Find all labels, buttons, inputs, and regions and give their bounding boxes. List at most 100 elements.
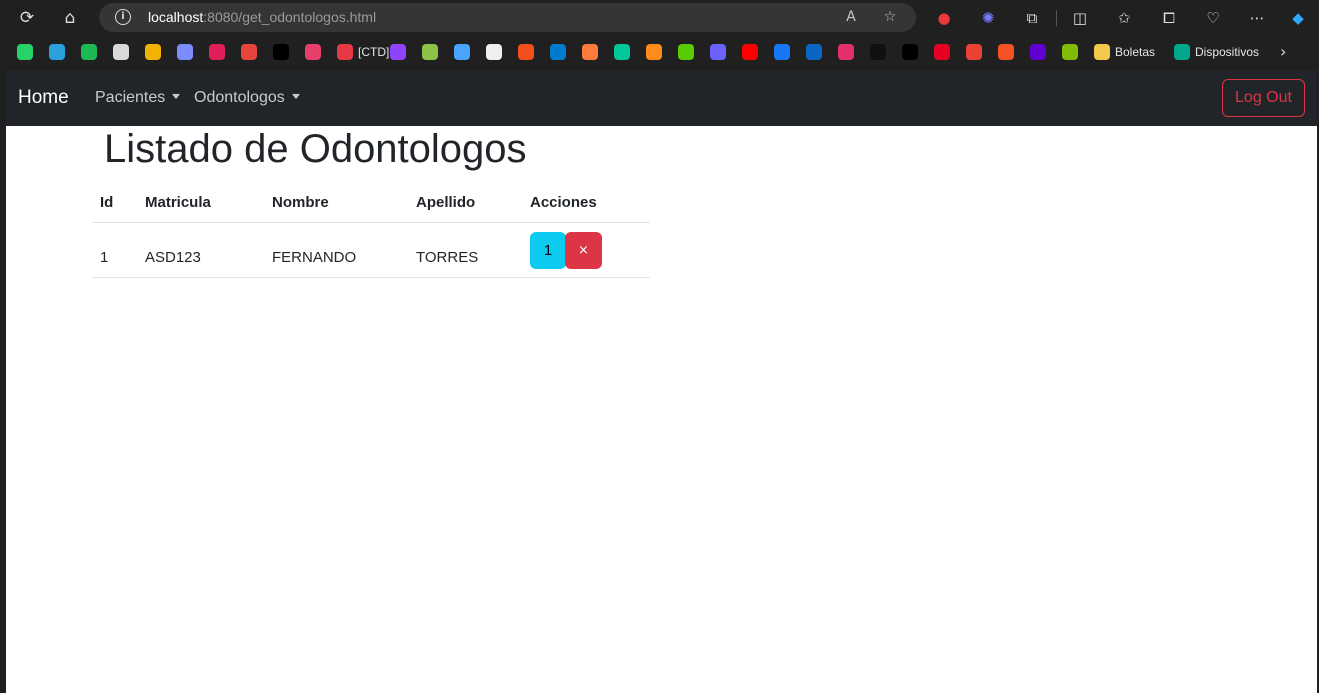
toolbar-divider [1056,10,1057,26]
bookmark-instagram[interactable] [838,43,854,61]
url-text[interactable]: localhost:8080/get_odontologos.html [148,9,376,25]
bookmark-heart-icon [305,44,321,60]
navbar: Home Pacientes Odontologos Log Out [6,70,1317,126]
column-header-matricula: Matricula [145,194,211,211]
refresh-icon[interactable]: ⟳ [15,6,39,30]
bookmark-bookmark-green[interactable] [422,43,438,61]
folder-icon [1094,44,1110,60]
bookmark-ctd[interactable]: [CTD] [337,43,389,61]
bookmark-r-icon [646,44,662,60]
caret-down-icon [291,94,300,99]
bookmark-kaspersky[interactable]: Dispositivos [1174,43,1259,61]
bookmark-bookmark-r[interactable] [646,43,662,61]
bookmark-telegram[interactable] [49,43,65,61]
bookmark-bookmark-heart[interactable] [305,43,321,61]
nav-dropdown-label: Odontologos [194,89,285,106]
bookmark-duolingo[interactable] [678,43,694,61]
bookmark-tiktok[interactable] [870,43,886,61]
page-title: Listado de Odontologos [104,127,527,171]
bookmark-youtube[interactable] [742,43,758,61]
cell-id: 1 [100,249,109,266]
favorite-star-icon[interactable]: ☆ [880,7,900,27]
bookmark-facebook[interactable] [774,43,790,61]
logout-button[interactable]: Log Out [1222,79,1305,117]
bookmark-x[interactable] [902,43,918,61]
nav-dropdown-odontologos[interactable]: Odontologos [194,89,300,107]
home-icon[interactable]: ⌂ [58,6,82,30]
column-header-nombre: Nombre [272,194,329,211]
bookmark-gemini[interactable] [177,43,193,61]
bookmark-vscode[interactable] [550,43,566,61]
navbar-brand-home[interactable]: Home [18,87,69,109]
gemini-icon [177,44,193,60]
web-page: Home Pacientes Odontologos Log Out Lista… [6,70,1317,693]
cell-matricula: ASD123 [145,249,201,266]
table-header-row: Id Matricula Nombre Apellido Acciones [92,186,650,223]
bookmark-label: Boletas [1115,45,1156,59]
delete-odontologo-button[interactable]: × [565,232,602,269]
microsoft-2-icon [1062,44,1078,60]
nav-dropdown-label: Pacientes [95,89,166,106]
bookmark-chatgpt[interactable] [113,43,129,61]
microsoft-icon [998,44,1014,60]
bookmark-linkedin[interactable] [806,43,822,61]
ctd-icon [337,44,353,60]
browser-toolbar: ⟳ ⌂ i localhost:8080/get_odontologos.htm… [0,0,1319,36]
browser-essentials-icon[interactable]: ♡ [1202,7,1224,29]
instagram-icon [838,44,854,60]
bookmark-teal-icon [614,44,630,60]
bookmark-bookmark-s[interactable] [710,43,726,61]
column-header-acciones: Acciones [530,194,597,211]
telegram-icon [49,44,65,60]
dev-icon [273,44,289,60]
tiktok-icon [870,44,886,60]
bookmark-whatsapp[interactable] [17,43,33,61]
bookmark-figma[interactable] [518,43,534,61]
bookmark-bookmark-teal[interactable] [614,43,630,61]
split-screen-icon[interactable]: ◫ [1069,7,1091,29]
favorites-icon[interactable]: ✩ [1113,7,1135,29]
url-host: localhost [148,9,204,25]
gmail-icon [966,44,982,60]
read-aloud-icon[interactable]: A [841,7,861,27]
chevron-right-icon[interactable]: › [1280,42,1286,61]
info-icon[interactable]: i [115,9,131,25]
miro-icon [145,44,161,60]
bookmark-microsoft-2[interactable] [1062,43,1078,61]
bookmark-pinterest[interactable] [934,43,950,61]
copilot-icon[interactable]: ◆ [1287,7,1309,29]
collections-icon[interactable]: ⧠ [1158,7,1180,29]
bookmark-github[interactable] [486,43,502,61]
github-icon [486,44,502,60]
more-menu-icon[interactable]: ⋯ [1246,7,1268,29]
udemy-icon [390,44,406,60]
bookmark-microsoft[interactable] [998,43,1014,61]
bookmark-yahoo-mail[interactable] [1030,43,1046,61]
bookmark-green-icon [422,44,438,60]
bookmark-udemy[interactable] [390,43,406,61]
column-header-apellido: Apellido [416,194,476,211]
address-bar[interactable]: i localhost:8080/get_odontologos.html A … [99,3,916,32]
nav-dropdown-pacientes[interactable]: Pacientes [95,89,181,107]
adblock-icon[interactable]: ● [933,7,955,29]
caret-down-icon [172,94,181,99]
bookmark-folder[interactable]: Boletas [1094,43,1155,61]
x-icon [902,44,918,60]
youtube-icon [742,44,758,60]
whatsapp-icon [17,44,33,60]
extension-star-icon[interactable]: ✺ [977,7,999,29]
bookmark-miro[interactable] [145,43,161,61]
bookmark-spotify[interactable] [81,43,97,61]
bookmark-1k[interactable] [241,43,257,61]
kaspersky-icon [1174,44,1190,60]
edit-odontologo-button[interactable]: 1 [530,232,566,269]
bookmark-dev[interactable] [273,43,289,61]
bookmark-bookmark-blue[interactable] [454,43,470,61]
bookmark-bookmark-orange[interactable] [582,43,598,61]
bookmark-orange-icon [582,44,598,60]
table-row: 1 ASD123 FERNANDO TORRES 1 × [92,223,650,278]
bookmark-gmail[interactable] [966,43,982,61]
column-header-id: Id [100,194,114,211]
bookmark-slack[interactable] [209,43,225,61]
extensions-puzzle-icon[interactable]: ⧉ [1021,7,1043,29]
